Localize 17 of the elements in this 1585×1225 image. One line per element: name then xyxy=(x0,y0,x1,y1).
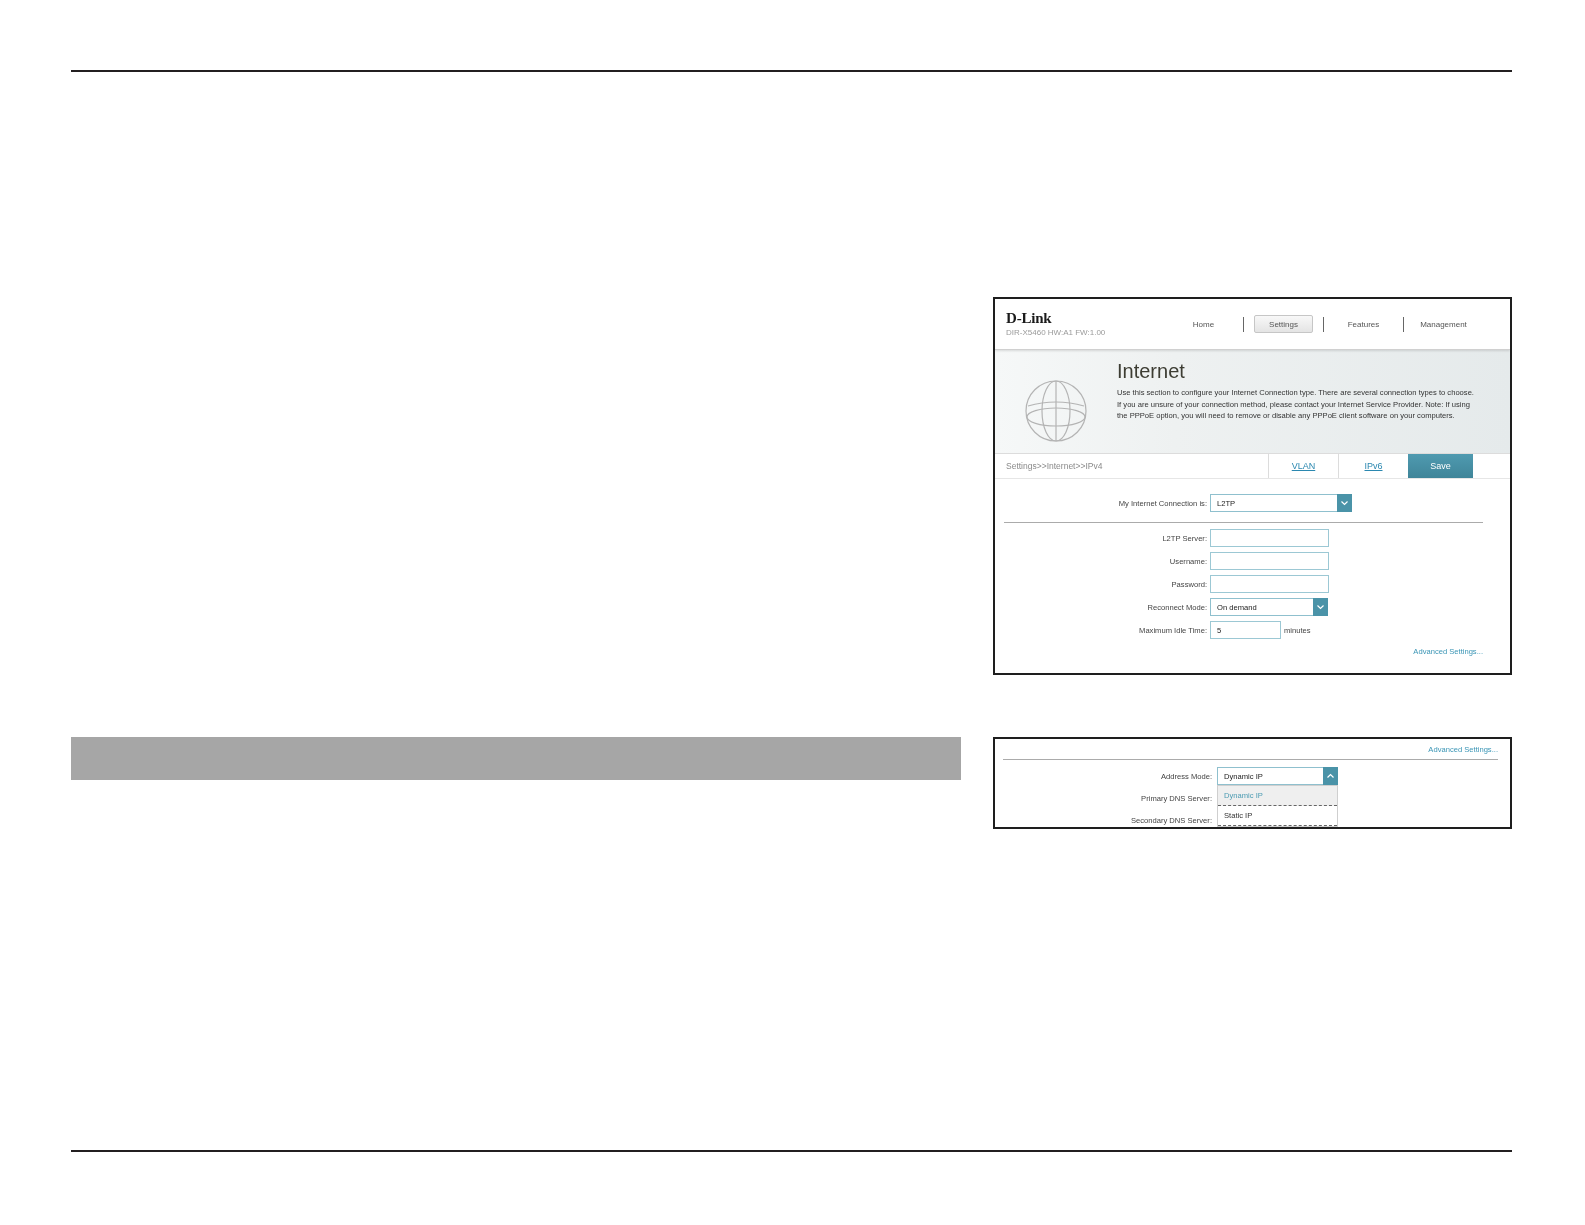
globe-icon xyxy=(1025,380,1087,442)
breadcrumb-text: Settings>>Internet>>IPv4 xyxy=(1005,461,1103,471)
brand-logo: D-Link xyxy=(1006,310,1053,326)
nav-tab[interactable]: Management xyxy=(1419,315,1468,333)
nav-tab[interactable]: Settings xyxy=(1254,315,1313,333)
model-info: DIR-X5460 HW:A1 FW:1.00 xyxy=(1006,327,1106,338)
save-button[interactable]: Save xyxy=(1408,454,1473,478)
nav-tab[interactable]: Features xyxy=(1346,315,1381,333)
nav-tab[interactable]: Home xyxy=(1191,315,1216,333)
input-field[interactable] xyxy=(1210,529,1329,547)
section-link[interactable]: VLAN xyxy=(1268,454,1338,478)
input-field[interactable] xyxy=(1210,552,1329,570)
chevron-up-icon[interactable] xyxy=(1323,767,1338,785)
chevron-down-icon[interactable] xyxy=(1313,598,1328,616)
input-field[interactable] xyxy=(1210,575,1329,593)
page-title: Internet xyxy=(1117,361,1186,381)
chevron-down-icon[interactable] xyxy=(1337,494,1352,512)
